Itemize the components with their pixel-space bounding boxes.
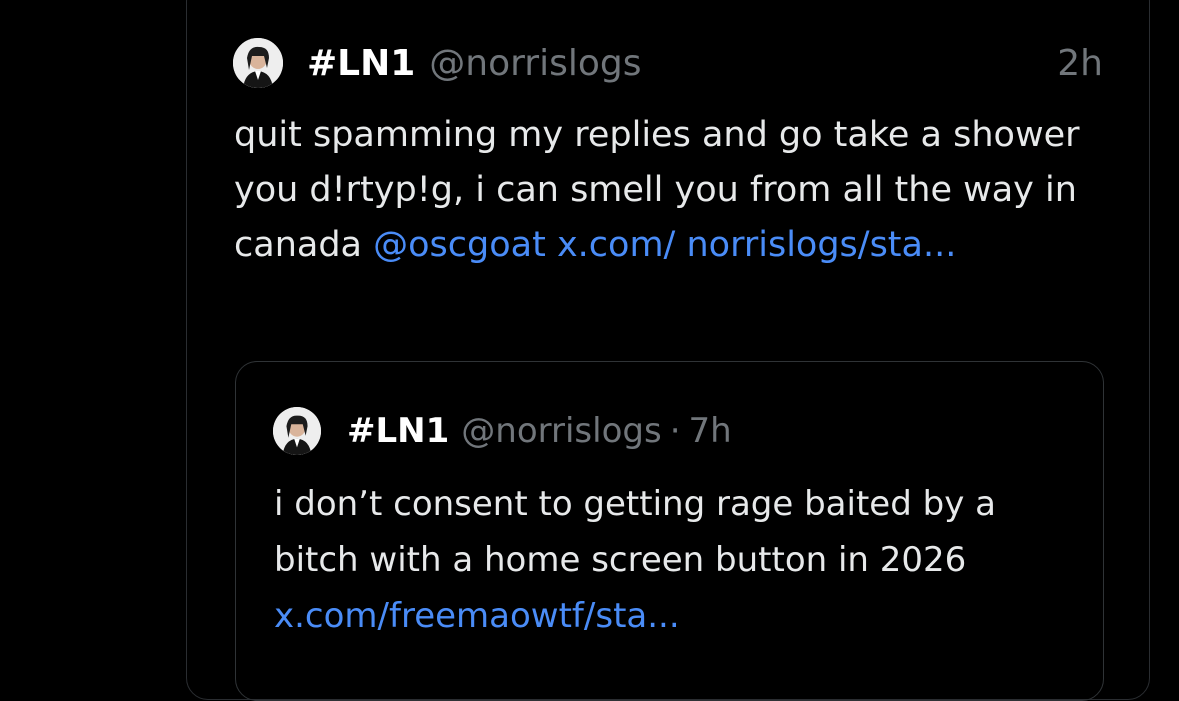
quoted-display-name[interactable]: #LN1: [347, 411, 449, 451]
quoted-user-handle[interactable]: @norrislogs: [461, 411, 661, 451]
avatar-icon: [273, 407, 321, 455]
separator-dot: ·: [669, 411, 681, 451]
timestamp[interactable]: 2h: [1057, 43, 1103, 84]
tweet-text: quit spamming my replies and go take a s…: [234, 108, 1094, 273]
quoted-timestamp[interactable]: 7h: [689, 411, 732, 451]
avatar-icon: [233, 38, 283, 88]
mention-link[interactable]: @oscgoat: [373, 225, 546, 265]
user-handle[interactable]: @norrislogs: [429, 43, 641, 84]
quoted-tweet-header: #LN1 @norrislogs · 7h: [273, 404, 1073, 458]
quoted-tweet-text: i don’t consent to getting rage baited b…: [274, 476, 1074, 644]
quoted-avatar[interactable]: [273, 407, 321, 455]
tweet-header: #LN1 @norrislogs 2h: [233, 36, 1103, 90]
avatar[interactable]: [233, 38, 283, 88]
url-link[interactable]: x.com/ norrislogs/sta...: [557, 225, 956, 265]
quoted-tweet-text-plain: i don’t consent to getting rage baited b…: [274, 484, 996, 580]
display-name[interactable]: #LN1: [307, 43, 415, 84]
quoted-url-link[interactable]: x.com/freemaowtf/sta...: [274, 596, 680, 636]
